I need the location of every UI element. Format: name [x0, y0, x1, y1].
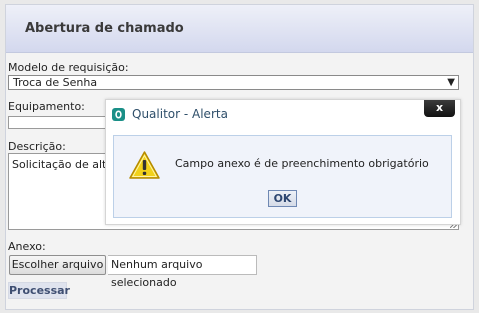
equipamento-label: Equipamento:	[8, 100, 85, 113]
process-button[interactable]: Processar	[8, 282, 70, 299]
descricao-label: Descrição:	[8, 140, 66, 153]
choose-file-button[interactable]: Escolher arquivo	[9, 255, 106, 275]
close-button[interactable]: x	[424, 100, 455, 117]
modelo-selected-value: Troca de Senha	[13, 76, 98, 89]
warning-icon	[129, 151, 160, 179]
triangle-down-icon: ▼	[447, 77, 455, 88]
dialog-body: Campo anexo é de preenchimento obrigatór…	[113, 135, 452, 218]
alert-dialog: Qualitor - Alerta x Campo anexo é de pre…	[105, 99, 461, 225]
panel-title: Abertura de chamado	[6, 5, 473, 53]
dialog-title: Qualitor - Alerta	[132, 107, 228, 121]
qualitor-logo-icon	[112, 108, 125, 121]
modelo-select[interactable]: Troca de Senha ▼	[8, 75, 459, 90]
file-status-text: Nenhum arquivo selecionado	[108, 255, 257, 289]
ok-button[interactable]: OK	[268, 190, 297, 207]
dialog-message: Campo anexo é de preenchimento obrigatór…	[175, 157, 429, 170]
descricao-text: Solicitação de alte	[12, 158, 114, 171]
anexo-label: Anexo:	[8, 240, 46, 253]
modelo-label: Modelo de requisição:	[8, 61, 129, 74]
